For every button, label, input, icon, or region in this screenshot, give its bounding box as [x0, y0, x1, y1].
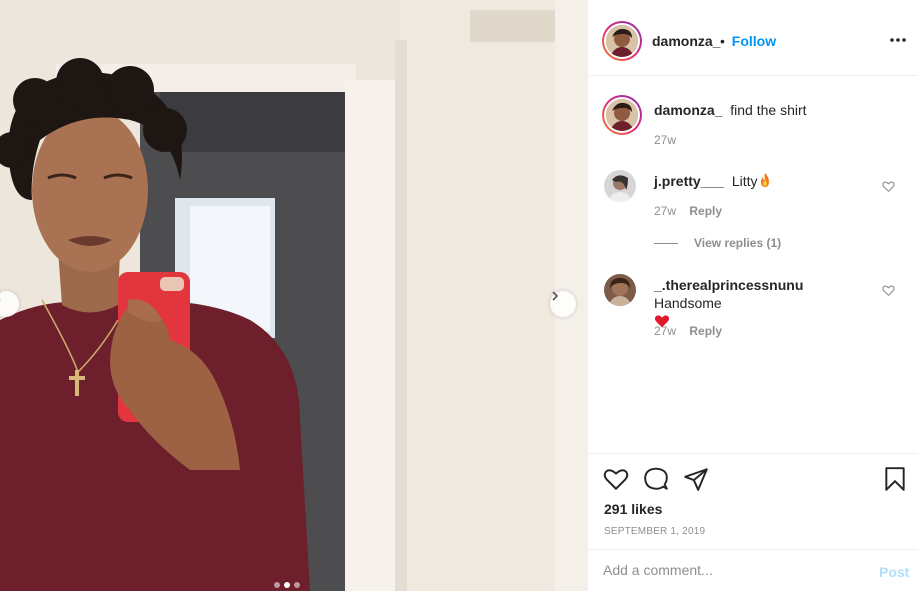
post-header: damonza_ • Follow	[588, 0, 918, 76]
follow-button[interactable]: Follow	[732, 33, 776, 49]
comment-bubble-icon[interactable]	[643, 466, 669, 492]
more-options-icon[interactable]	[888, 30, 908, 50]
view-replies-label: View replies (1)	[694, 236, 782, 250]
caption-text-row: damonza_ find the shirt	[654, 101, 874, 119]
next-image-button[interactable]	[550, 291, 576, 317]
post-comment-button[interactable]: Post	[879, 564, 909, 580]
comment-text: Handsome	[654, 295, 722, 311]
caption-author-avatar[interactable]	[602, 95, 642, 135]
carousel-dot-active	[284, 582, 290, 588]
view-replies-line	[654, 243, 678, 245]
post-date[interactable]: SEPTEMBER 1, 2019	[604, 526, 705, 537]
carousel-indicator	[274, 582, 300, 588]
chevron-right-icon	[552, 291, 559, 301]
comment-input[interactable]	[603, 562, 863, 578]
commenter-avatar-image	[604, 170, 636, 202]
carousel-dot	[294, 582, 300, 588]
likes-count[interactable]: 291 likes	[604, 501, 662, 517]
share-paper-plane-icon[interactable]	[683, 466, 709, 492]
caption-meta: 27w	[654, 133, 676, 147]
caption-text: find the shirt	[730, 102, 807, 118]
author-avatar[interactable]	[602, 21, 642, 61]
carousel-dot	[274, 582, 280, 588]
author-username[interactable]: damonza_	[652, 33, 720, 49]
comment-age[interactable]: 27w	[654, 204, 676, 218]
follow-separator: •	[720, 33, 725, 49]
post-actions: 291 likes SEPTEMBER 1, 2019 Post	[588, 453, 918, 591]
reply-button[interactable]: Reply	[689, 324, 722, 338]
like-comment-heart-icon[interactable]	[882, 180, 895, 193]
caption-age[interactable]: 27w	[654, 133, 676, 147]
save-bookmark-icon[interactable]	[882, 466, 908, 492]
comment-meta: 27w Reply	[654, 204, 722, 218]
caption-username[interactable]: damonza_	[654, 102, 722, 118]
mirror-selfie-image	[0, 0, 587, 591]
chevron-left-icon	[0, 292, 1, 300]
like-comment-heart-icon[interactable]	[882, 284, 895, 297]
comment-text: Litty	[731, 173, 758, 189]
post-sidebar: damonza_ • Follow damonza_ find the shir…	[587, 0, 918, 591]
reply-button[interactable]: Reply	[689, 204, 722, 218]
post-window: damonza_ • Follow damonza_ find the shir…	[0, 0, 918, 591]
commenter-avatar[interactable]	[604, 170, 636, 202]
fire-icon	[760, 173, 769, 187]
comment-username[interactable]: _.therealprincessnunu	[654, 277, 803, 293]
comment-text-row: j.pretty___ Litty	[654, 172, 874, 190]
commenter-avatar[interactable]	[604, 274, 636, 306]
commenter-avatar-image	[604, 274, 636, 306]
post-photo[interactable]	[0, 0, 587, 591]
view-replies-button[interactable]: View replies (1)	[654, 236, 781, 250]
add-comment-bar: Post	[588, 549, 918, 591]
author-avatar-image	[606, 25, 638, 57]
comment-age[interactable]: 27w	[654, 324, 676, 338]
caption-avatar-image	[606, 99, 638, 131]
follow-group: • Follow	[720, 33, 776, 49]
comment-username[interactable]: j.pretty___	[654, 173, 724, 189]
like-heart-icon[interactable]	[603, 466, 629, 492]
comment-meta: 27w Reply	[654, 324, 722, 338]
